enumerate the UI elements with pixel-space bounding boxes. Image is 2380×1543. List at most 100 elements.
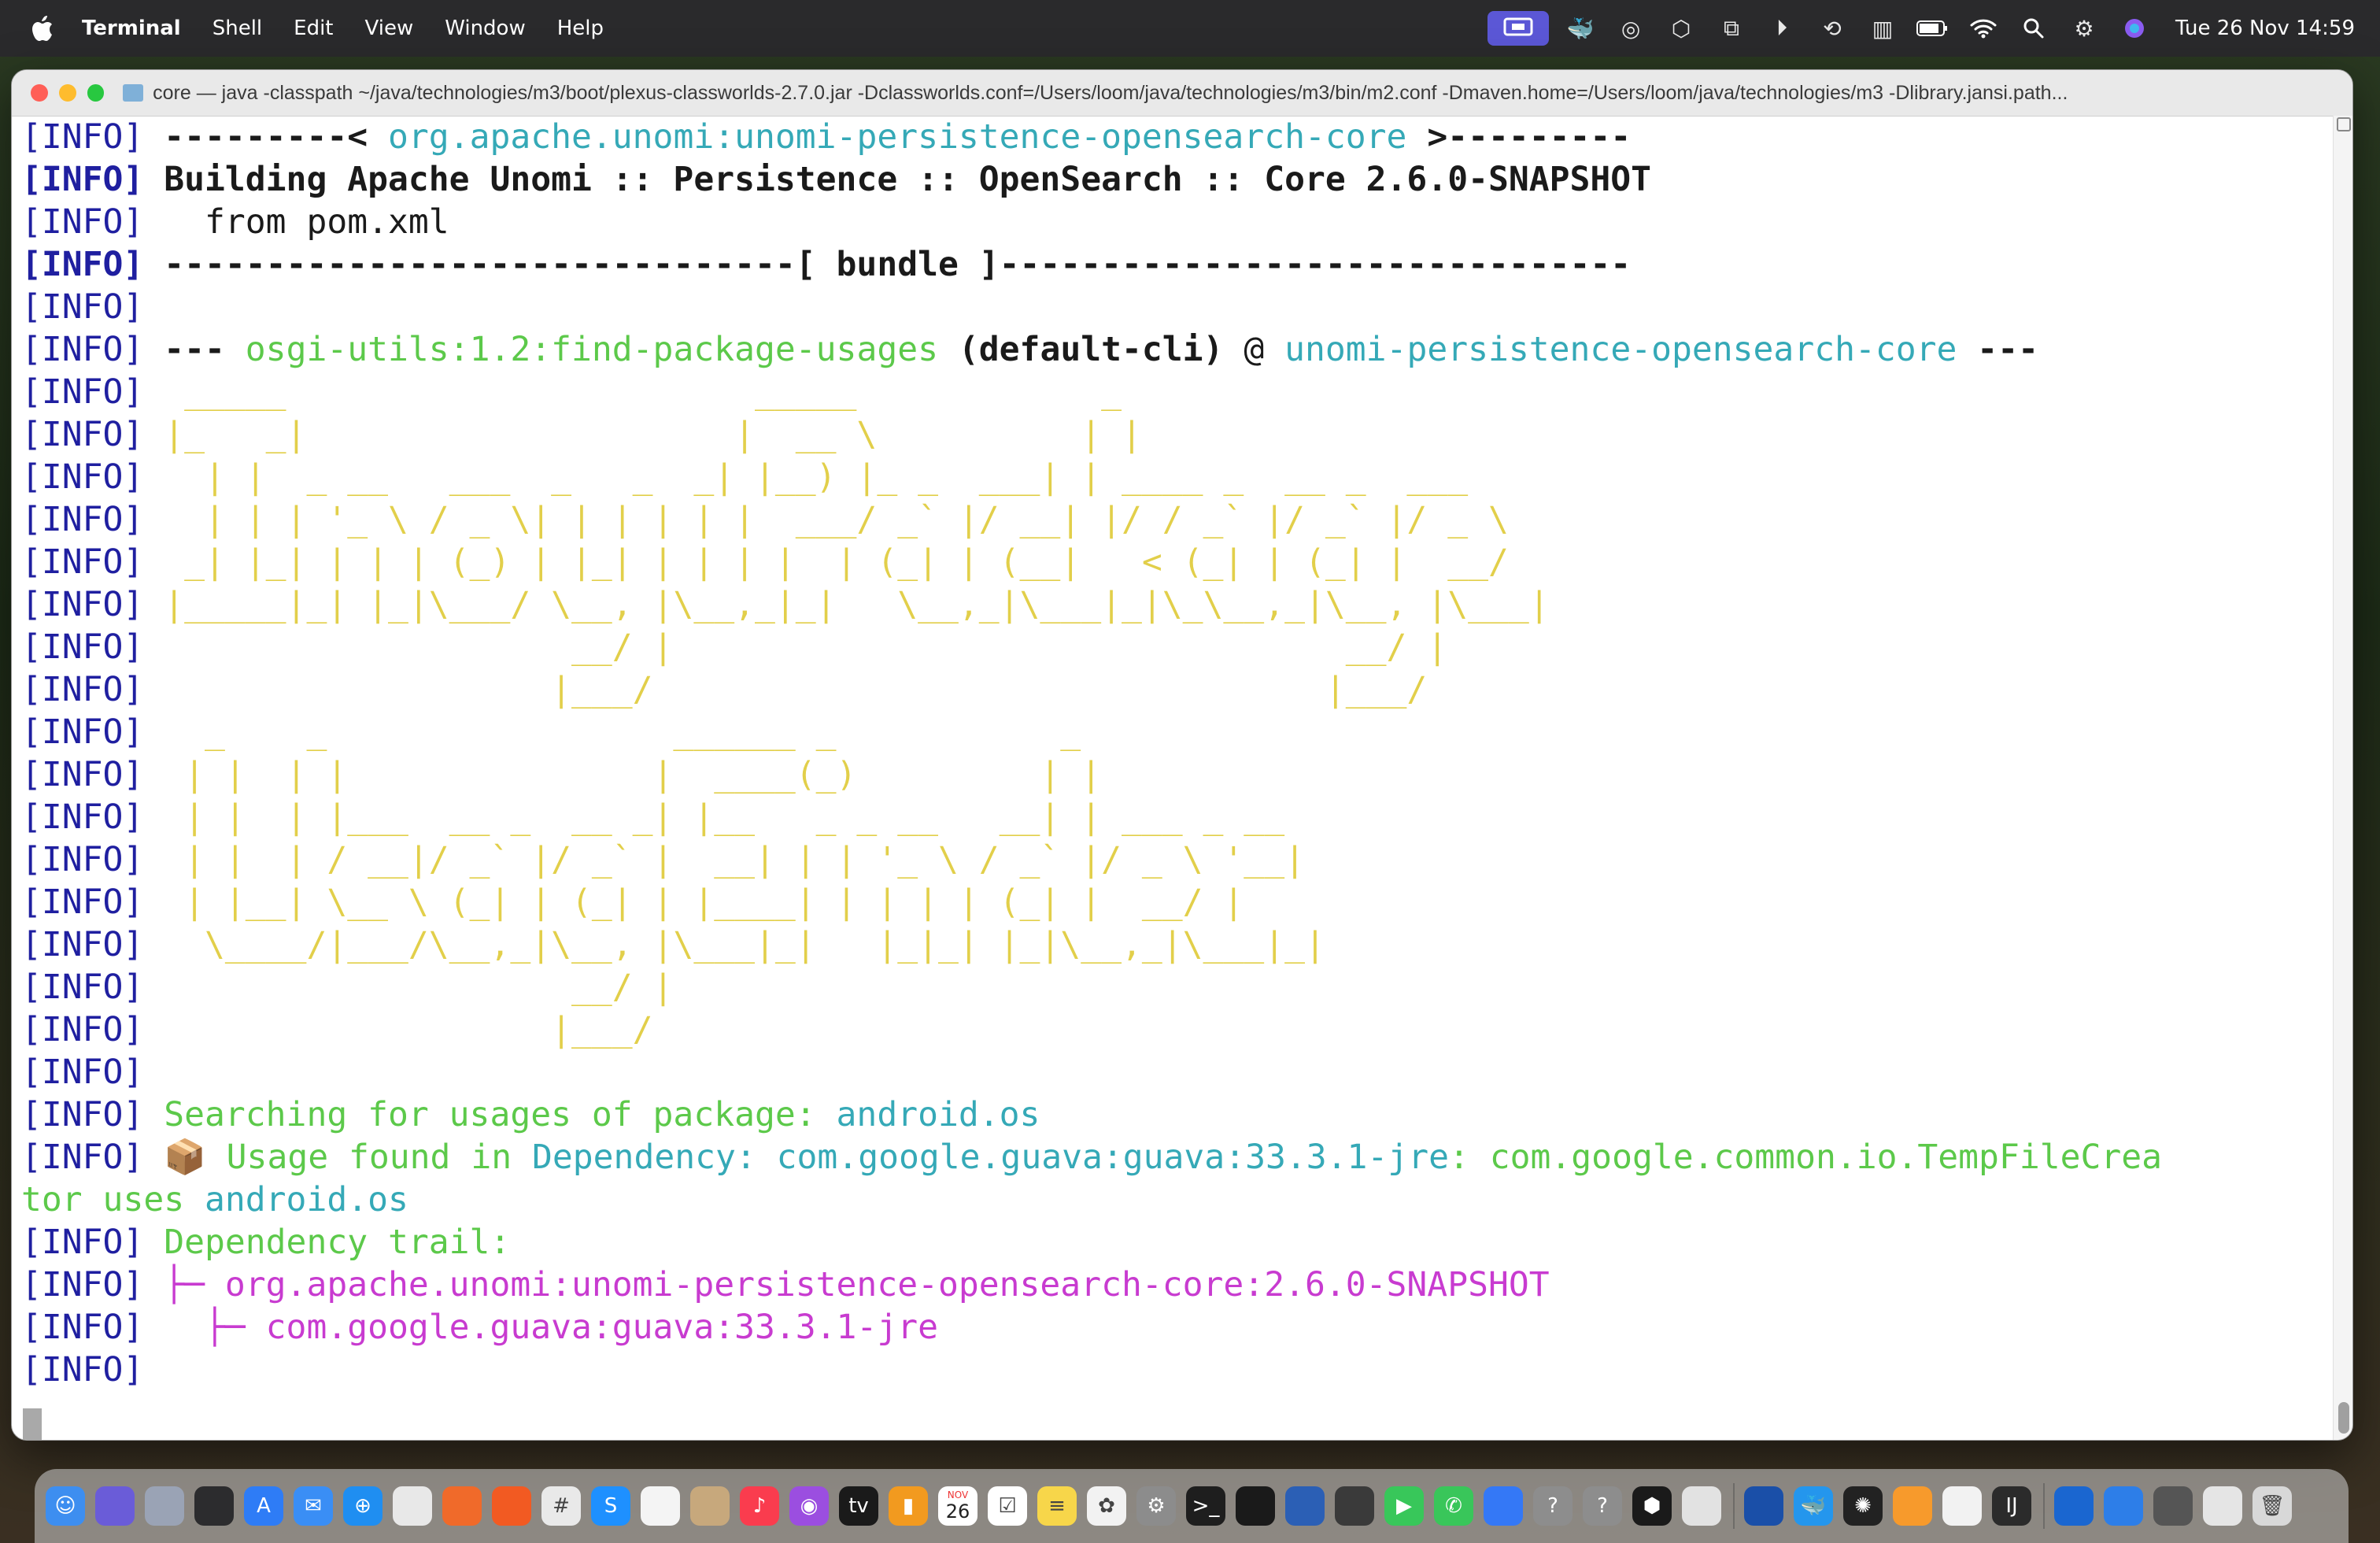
terminal-line: [INFO] Dependency trail: bbox=[21, 1223, 511, 1262]
siri-icon[interactable] bbox=[95, 1486, 135, 1526]
intellij-icon[interactable]: IJ bbox=[1992, 1486, 2031, 1526]
window-titlebar[interactable]: core — java -classpath ~/java/technologi… bbox=[12, 70, 2352, 117]
menu-help[interactable]: Help bbox=[557, 17, 604, 40]
memory-icon[interactable]: ▥ bbox=[1864, 11, 1901, 46]
chatgpt-icon[interactable]: ✺ bbox=[1843, 1486, 1883, 1526]
app-menu-terminal[interactable]: Terminal bbox=[82, 17, 181, 40]
terminal-line: [INFO] _ _ ______ _ _ bbox=[21, 711, 2334, 753]
terminal-line: [INFO] bbox=[21, 1349, 2334, 1391]
vpn-icon[interactable]: ⧉ bbox=[1713, 11, 1750, 46]
terminal-line: [INFO] ---------< org.apache.unomi:unomi… bbox=[21, 117, 1632, 157]
ascii-art-row: | |__| \__ \ (_| | (_| | |____| | | | | … bbox=[143, 883, 1244, 922]
system-settings-icon[interactable]: ⚙ bbox=[1136, 1486, 1176, 1526]
terminal-output[interactable]: [INFO] ---------< org.apache.unomi:unomi… bbox=[12, 116, 2334, 1440]
books-icon[interactable]: ▮ bbox=[889, 1486, 928, 1526]
music-icon[interactable]: ♪ bbox=[740, 1486, 779, 1526]
ascii-art-row: _____ _____ _ bbox=[143, 372, 1122, 412]
brave-icon[interactable] bbox=[492, 1486, 531, 1526]
time-machine-icon[interactable]: ⟲ bbox=[1813, 11, 1851, 46]
ascii-art-row: _ _ ______ _ _ bbox=[143, 712, 1081, 752]
app-store-icon[interactable]: A bbox=[244, 1486, 283, 1526]
menu-view[interactable]: View bbox=[365, 17, 414, 40]
tv-icon[interactable]: tv bbox=[839, 1486, 878, 1526]
info-prefix: [INFO] bbox=[21, 457, 144, 497]
facetime-icon[interactable]: ▶ bbox=[1384, 1486, 1424, 1526]
ascii-art-row: | | _ __ ___ _ _ _| |__) |_ _ ___| | ___… bbox=[143, 457, 1469, 497]
notes-icon[interactable]: ≡ bbox=[1037, 1486, 1077, 1526]
unknown-app-icon[interactable]: ? bbox=[1533, 1486, 1572, 1526]
preview-icon[interactable] bbox=[1682, 1486, 1721, 1526]
terminal-window: core — java -classpath ~/java/technologi… bbox=[11, 69, 2353, 1441]
wifi-icon[interactable] bbox=[1964, 11, 2002, 46]
siri-icon[interactable] bbox=[2116, 11, 2153, 46]
sourcetree-icon[interactable] bbox=[1285, 1486, 1325, 1526]
close-window-button[interactable] bbox=[31, 84, 48, 102]
terminal-line: [INFO] Building Apache Unomi :: Persiste… bbox=[21, 160, 1652, 199]
skype-icon[interactable]: S bbox=[591, 1486, 630, 1526]
dock-separator bbox=[1733, 1483, 1735, 1529]
photos-icon[interactable]: ✿ bbox=[1087, 1486, 1126, 1526]
info-prefix: [INFO] bbox=[21, 1095, 144, 1134]
screen-mirroring-icon[interactable] bbox=[1488, 11, 1550, 46]
podcasts-icon[interactable]: ◉ bbox=[789, 1486, 829, 1526]
sublime-icon[interactable] bbox=[1893, 1486, 1932, 1526]
terminal-line: [INFO] Searching for usages of package: … bbox=[21, 1095, 1040, 1134]
finder-icon[interactable]: ☺ bbox=[46, 1486, 85, 1526]
docker-icon[interactable]: 🐳 bbox=[1561, 11, 1599, 46]
folder-icon bbox=[123, 84, 144, 102]
launchpad-icon[interactable] bbox=[145, 1486, 184, 1526]
battery-icon[interactable] bbox=[1914, 11, 1952, 46]
xcode-icon[interactable] bbox=[1484, 1486, 1523, 1526]
reminders-icon[interactable]: ☑ bbox=[988, 1486, 1027, 1526]
airplay-audio-icon[interactable]: ◎ bbox=[1612, 11, 1650, 46]
textedit-icon[interactable] bbox=[641, 1486, 680, 1526]
control-center-icon[interactable]: ⚙ bbox=[2065, 11, 2103, 46]
calendar-icon[interactable]: NOV 26 bbox=[938, 1486, 978, 1526]
unknown-app-icon-2[interactable]: ? bbox=[1583, 1486, 1622, 1526]
package-icon[interactable]: ⬡ bbox=[1662, 11, 1700, 46]
console-icon[interactable] bbox=[1335, 1486, 1374, 1526]
info-prefix: [INFO] bbox=[21, 1053, 144, 1092]
menu-bar-clock[interactable]: Tue 26 Nov 14:59 bbox=[2175, 17, 2355, 40]
github-icon[interactable]: ⬢ bbox=[1632, 1486, 1672, 1526]
file-icon[interactable] bbox=[2153, 1486, 2193, 1526]
onepassword-icon[interactable] bbox=[2054, 1486, 2094, 1526]
info-prefix: [INFO] bbox=[21, 1138, 144, 1177]
play-icon[interactable]: ⏵ bbox=[1763, 11, 1801, 46]
terminal-icon[interactable]: >_ bbox=[1186, 1486, 1225, 1526]
info-prefix: [INFO] bbox=[21, 1350, 144, 1389]
ascii-art-row: __/ | bbox=[143, 968, 674, 1007]
search-icon[interactable] bbox=[2015, 11, 2053, 46]
scroll-marker-icon[interactable] bbox=[2337, 117, 2351, 131]
ascii-art-row: __/ | __/ | bbox=[143, 627, 1448, 667]
slack-icon[interactable]: # bbox=[541, 1486, 581, 1526]
teamviewer-icon[interactable] bbox=[1744, 1486, 1783, 1526]
activity-monitor-icon[interactable] bbox=[1236, 1486, 1275, 1526]
trash-icon[interactable]: 🗑 bbox=[2252, 1486, 2292, 1526]
terminal-line: [INFO] |___/ bbox=[21, 1008, 2334, 1051]
apple-menu-icon[interactable] bbox=[30, 14, 55, 43]
contacts-icon[interactable] bbox=[690, 1486, 730, 1526]
info-prefix: [INFO] bbox=[21, 585, 144, 624]
menu-shell[interactable]: Shell bbox=[213, 17, 262, 40]
menu-bar: Terminal Shell Edit View Window Help 🐳 ◎… bbox=[0, 0, 2380, 57]
safari-icon[interactable]: ⊕ bbox=[343, 1486, 382, 1526]
documents-icon[interactable] bbox=[2203, 1486, 2242, 1526]
firefox-icon[interactable] bbox=[442, 1486, 482, 1526]
docker-icon[interactable]: 🐳 bbox=[1794, 1486, 1833, 1526]
menu-edit[interactable]: Edit bbox=[294, 17, 333, 40]
messages-icon[interactable]: ✆ bbox=[1434, 1486, 1473, 1526]
info-prefix: [INFO] bbox=[21, 925, 144, 964]
info-prefix: [INFO] bbox=[21, 627, 144, 667]
network-icon[interactable] bbox=[2104, 1486, 2143, 1526]
vertical-scrollbar[interactable] bbox=[2333, 116, 2352, 1440]
menu-window[interactable]: Window bbox=[445, 17, 526, 40]
ascii-art-row: |___/ bbox=[143, 1010, 653, 1049]
scrollbar-thumb[interactable] bbox=[2338, 1402, 2349, 1434]
minimize-window-button[interactable] bbox=[58, 84, 76, 102]
textedit-2-icon[interactable] bbox=[1942, 1486, 1982, 1526]
mission-control-icon[interactable] bbox=[194, 1486, 234, 1526]
chrome-icon[interactable] bbox=[393, 1486, 432, 1526]
mail-icon[interactable]: ✉ bbox=[294, 1486, 333, 1526]
zoom-window-button[interactable] bbox=[87, 84, 105, 102]
